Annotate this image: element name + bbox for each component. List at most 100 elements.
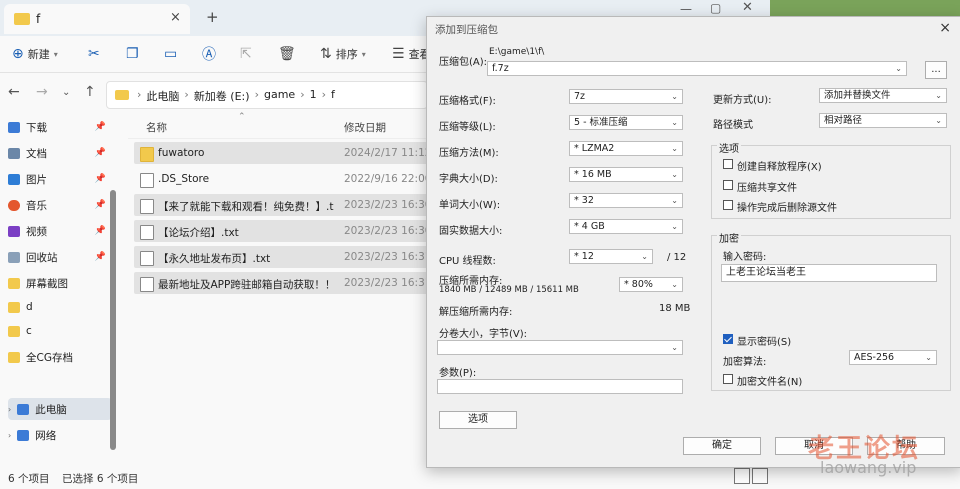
chevron-right-icon: › <box>8 404 12 414</box>
window-close-icon[interactable]: ✕ <box>742 0 753 15</box>
encrypt-names-checkbox[interactable] <box>723 374 733 384</box>
breadcrumb-item[interactable]: game <box>264 88 295 104</box>
copy-button[interactable]: ❐ <box>126 44 139 64</box>
forward-arrow-icon[interactable]: → <box>36 84 48 100</box>
format-select[interactable]: 7z ⌄ <box>569 89 683 104</box>
mem-compress-detail: 1840 MB / 12489 MB / 15611 MB <box>439 285 579 295</box>
path-mode-select[interactable]: 相对路径 ⌄ <box>819 113 947 128</box>
folder-icon <box>8 351 20 363</box>
list-item[interactable]: .DS_Store 2022/9/16 22:00 <box>134 168 431 190</box>
breadcrumb-item[interactable]: f <box>331 88 335 104</box>
sidebar-item-d[interactable]: d <box>8 296 112 318</box>
back-arrow-icon[interactable]: ← <box>8 84 20 100</box>
view-button[interactable]: ☰ 查看 <box>392 44 431 64</box>
sort-button[interactable]: ⇅ 排序 ▾ <box>320 44 366 64</box>
rename-button[interactable]: Ⓐ <box>202 44 216 64</box>
params-input[interactable] <box>437 379 683 394</box>
minimize-icon[interactable]: — <box>680 2 692 16</box>
maximize-icon[interactable]: ▢ <box>710 1 721 15</box>
options-button[interactable]: 选项 <box>439 411 517 429</box>
path-mode-label: 路径模式 <box>713 120 753 131</box>
sidebar-item-music[interactable]: 音乐 📌 <box>8 194 112 216</box>
word-size-select[interactable]: * 32 ⌄ <box>569 193 683 208</box>
ok-button[interactable]: 确定 <box>683 437 761 455</box>
sidebar-item-network[interactable]: › 网络 <box>8 424 112 446</box>
path-mode-value: 相对路径 <box>824 115 863 126</box>
details-view-icon[interactable] <box>734 468 750 484</box>
list-item[interactable]: 最新地址及APP跨驻邮箱自动获取！！！... 2023/2/23 16:31 <box>134 272 431 294</box>
sidebar-item-downloads[interactable]: 下载 📌 <box>8 116 112 138</box>
chevron-down-icon: ⌄ <box>671 222 678 231</box>
tiles-view-icon[interactable] <box>752 468 768 484</box>
tab-close-icon[interactable]: × <box>170 10 181 25</box>
new-button[interactable]: ⊕ 新建 ▾ <box>12 44 58 64</box>
up-arrow-icon[interactable]: ↑ <box>84 84 96 100</box>
method-select[interactable]: * LZMA2 ⌄ <box>569 141 683 156</box>
chevron-down-icon: ▾ <box>361 49 366 59</box>
level-select[interactable]: 5 - 标准压缩 ⌄ <box>569 115 683 130</box>
sidebar-item-label: 文档 <box>26 147 47 160</box>
text-file-icon <box>140 199 154 214</box>
file-name: 【论坛介绍】.txt <box>158 227 239 239</box>
delete-button[interactable]: 🗑 <box>278 44 296 64</box>
address-bar[interactable]: › 此电脑 › 新加卷 (E:) › game › 1 › f <box>106 81 428 109</box>
breadcrumb: › 此电脑 › 新加卷 (E:) › game › 1 › f <box>137 88 335 104</box>
chevron-down-icon: ⌄ <box>671 144 678 153</box>
delete-after-label: 操作完成后删除源文件 <box>737 203 837 214</box>
sidebar-item-screenshots[interactable]: 屏幕截图 <box>8 272 112 294</box>
encrypt-method-select[interactable]: AES-256 ⌄ <box>849 350 937 365</box>
sidebar-item-this-pc[interactable]: › 此电脑 <box>8 398 112 420</box>
word-size-label: 单词大小(W): <box>439 200 501 211</box>
folder-icon <box>8 325 20 337</box>
clipboard-icon: ▭ <box>164 46 178 62</box>
sidebar-item-c[interactable]: c <box>8 320 112 342</box>
dictionary-select[interactable]: * 16 MB ⌄ <box>569 167 683 182</box>
mem-decompress-value: 18 MB <box>659 303 691 314</box>
sidebar-item-cg-saves[interactable]: 全CG存档 <box>8 346 112 368</box>
network-icon <box>17 429 30 441</box>
sidebar-item-videos[interactable]: 视频 📌 <box>8 220 112 242</box>
split-size-combo[interactable]: ⌄ <box>437 340 683 355</box>
show-password-checkbox[interactable] <box>723 334 733 344</box>
tab-f[interactable]: f × <box>4 4 190 34</box>
dialog-close-icon[interactable]: × <box>939 20 951 36</box>
paste-button[interactable]: ▭ <box>164 44 177 64</box>
shared-files-checkbox[interactable] <box>723 180 733 190</box>
archive-name-combo[interactable]: f.7z ⌄ <box>487 61 907 76</box>
column-date-header[interactable]: 修改日期 <box>344 120 386 135</box>
cpu-threads-select[interactable]: * 12 ⌄ <box>569 249 653 264</box>
list-item[interactable]: 【来了就能下载和观看！纯免费！】.txt 2023/2/23 16:30 <box>134 194 431 216</box>
delete-after-checkbox[interactable] <box>723 200 733 210</box>
cut-button[interactable]: ✂ <box>88 44 100 64</box>
new-tab-button[interactable]: + <box>206 8 219 26</box>
breadcrumb-item[interactable]: 此电脑 <box>146 88 179 104</box>
breadcrumb-item[interactable]: 1 <box>310 88 317 104</box>
browse-button[interactable]: ... <box>925 61 947 79</box>
recent-chevron-icon[interactable]: ⌄ <box>62 87 70 98</box>
password-input[interactable]: 上老王论坛当老王 <box>721 264 937 282</box>
list-item[interactable]: 【论坛介绍】.txt 2023/2/23 16:30 <box>134 220 431 242</box>
list-item[interactable]: fuwatoro 2024/2/17 11:12 <box>134 142 431 164</box>
folder-icon <box>115 90 129 100</box>
scissors-icon: ✂ <box>88 46 100 62</box>
share-button[interactable]: ⇱ <box>240 44 252 64</box>
list-item[interactable]: 【永久地址发布页】.txt 2023/2/23 16:31 <box>134 246 431 268</box>
mem-percent-select[interactable]: * 80% ⌄ <box>619 277 683 292</box>
level-value: 5 - 标准压缩 <box>574 117 628 128</box>
update-mode-select[interactable]: 添加并替换文件 ⌄ <box>819 88 947 103</box>
recycle-bin-icon <box>8 251 20 263</box>
sidebar-item-recycle-bin[interactable]: 回收站 📌 <box>8 246 112 268</box>
solid-size-select[interactable]: * 4 GB ⌄ <box>569 219 683 234</box>
split-label: 分卷大小，字节(V): <box>439 329 528 340</box>
sidebar-item-documents[interactable]: 文档 📌 <box>8 142 112 164</box>
sort-chevron-up-icon: ⌃ <box>238 112 246 122</box>
sidebar-item-label: 网络 <box>35 429 57 442</box>
sidebar-item-pictures[interactable]: 图片 📌 <box>8 168 112 190</box>
method-value: * LZMA2 <box>574 143 615 154</box>
encrypt-names-label: 加密文件名(N) <box>737 377 803 388</box>
column-name-header[interactable]: 名称 <box>146 120 167 135</box>
sidebar-scrollbar[interactable] <box>110 190 116 450</box>
breadcrumb-item[interactable]: 新加卷 (E:) <box>194 88 250 104</box>
cpu-threads-value: * 12 <box>574 251 594 262</box>
sfx-checkbox[interactable] <box>723 159 733 169</box>
